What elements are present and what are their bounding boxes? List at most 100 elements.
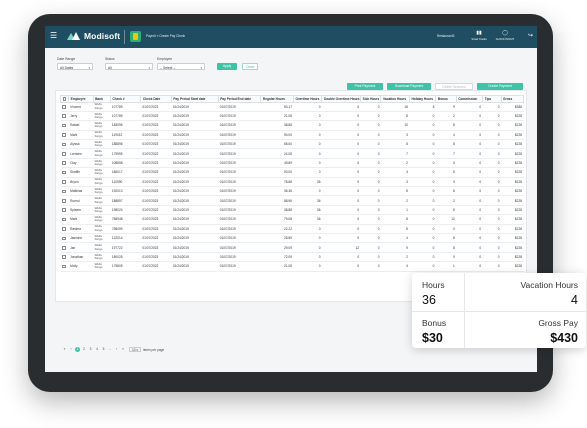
row-select-cell[interactable] — [60, 224, 69, 234]
cell-vacation: 8 — [380, 139, 410, 150]
row-select-cell[interactable] — [60, 195, 69, 206]
row-checkbox[interactable] — [62, 152, 66, 156]
pagination: « ‹ 12345 ... › » 10 ▾ items per page — [62, 347, 164, 352]
create-payment-button[interactable]: Create Payment — [477, 83, 523, 90]
cell-employee: Mark — [68, 130, 94, 141]
table-row[interactable]: Alyssa Wells Fargo 188896 01/07/2023 01/24/2… — [60, 139, 524, 150]
table-row[interactable]: Jan Wells Fargo 197722 01/07/2023 01/24/2019… — [60, 242, 524, 253]
cell-employee: Vincent — [68, 102, 94, 112]
table-row[interactable]: Mark Wells Fargo 758948 01/07/2023 01/24/201… — [60, 214, 524, 225]
row-checkbox[interactable] — [62, 255, 66, 259]
row-checkbox[interactable] — [62, 142, 66, 147]
logout-icon[interactable]: ↪ — [528, 32, 533, 39]
table-row[interactable]: Rasima Wells Fargo 798099 01/07/2023 01/24/2… — [60, 224, 524, 234]
page-number-button[interactable]: 2 — [82, 347, 87, 352]
page-number-button[interactable]: 1 — [75, 347, 80, 352]
first-page-button[interactable]: « — [62, 347, 67, 352]
row-checkbox[interactable] — [62, 114, 66, 119]
row-select-cell[interactable] — [60, 252, 69, 263]
row-select-cell[interactable] — [60, 102, 69, 112]
nav-smart-tracks[interactable]: ▮▮ Smart Tracks — [465, 30, 493, 41]
cell-double-ot: 0 — [321, 214, 361, 225]
download-payment-button[interactable]: Download Payment — [387, 83, 431, 90]
row-checkbox[interactable] — [62, 180, 66, 184]
row-select-cell[interactable] — [60, 205, 69, 216]
last-page-button[interactable]: » — [121, 347, 126, 352]
table-row[interactable]: Clay Wells Fargo 108898 01/07/2023 01/24/201… — [60, 158, 524, 169]
delete-selected-button[interactable]: Delete Selected — [435, 83, 473, 90]
cell-bank: Wells Fargo — [93, 177, 111, 188]
row-select-cell[interactable] — [60, 261, 69, 272]
row-checkbox[interactable] — [62, 217, 66, 222]
clear-button[interactable]: Clear — [242, 63, 258, 70]
nav-clock-in-out[interactable]: ◯ CLOCK IN/OUT — [491, 30, 519, 41]
table-row[interactable]: Lorraine Wells Fargo 179995 01/07/2023 01/24… — [60, 148, 524, 159]
cell-regular: 21.08 — [260, 261, 294, 272]
row-select-cell[interactable] — [60, 167, 69, 178]
page-number-button[interactable]: 5 — [101, 347, 106, 352]
row-select-cell[interactable] — [60, 148, 69, 159]
table-row[interactable]: Spleem Wells Fargo 198024 01/07/2023 01/24/2… — [60, 205, 524, 216]
table-row[interactable]: Molly Wells Fargo 179805 01/07/2023 01/24/20… — [60, 261, 524, 272]
cell-gross: $228 — [501, 167, 524, 178]
page-number-button[interactable]: 3 — [88, 347, 93, 352]
cell-gross: $228 — [501, 139, 524, 150]
row-select-cell[interactable] — [60, 233, 69, 244]
row-select-cell[interactable] — [60, 214, 69, 225]
row-select-cell[interactable] — [60, 139, 69, 150]
cell-tips: 0 — [482, 195, 502, 206]
row-checkbox[interactable] — [62, 189, 66, 194]
page-size-select[interactable]: 10 ▾ — [129, 347, 142, 352]
row-checkbox[interactable] — [62, 123, 66, 128]
row-checkbox[interactable] — [62, 198, 66, 203]
table-row[interactable]: Mark Wells Fargo 119012 01/07/2023 01/24/201… — [60, 130, 524, 141]
row-select-cell[interactable] — [60, 186, 69, 197]
menu-icon[interactable]: ☰ — [50, 31, 57, 41]
cell-sick: 0 — [360, 139, 381, 150]
page-number-button[interactable]: 4 — [95, 347, 100, 352]
date-range-select[interactable]: All Dates ▾ — [57, 63, 93, 70]
row-checkbox[interactable] — [62, 264, 66, 269]
print-payment-button[interactable]: Print Payment — [347, 83, 383, 90]
row-select-cell[interactable] — [60, 130, 69, 141]
table-row[interactable]: Shaffie Wells Fargo 186017 01/07/2023 01/24/… — [60, 167, 524, 178]
row-checkbox[interactable] — [62, 245, 66, 250]
cell-tips: 0 — [482, 261, 502, 272]
brand-logo[interactable]: Modisoft — [67, 31, 120, 41]
row-checkbox[interactable] — [62, 227, 66, 231]
table-row[interactable]: Matthias Wells Fargo 192013 01/07/2023 01/24… — [60, 186, 524, 197]
row-checkbox[interactable] — [62, 161, 66, 165]
table-row[interactable]: Bryon Wells Fargo 110990 01/07/2023 01/24/20… — [60, 177, 524, 188]
row-select-cell[interactable] — [60, 111, 69, 122]
row-select-cell[interactable] — [60, 120, 69, 131]
row-select-cell[interactable] — [60, 177, 69, 188]
table-row[interactable]: Ruend Wells Fargo 188897 01/07/2023 01/24/20… — [60, 195, 524, 206]
row-checkbox[interactable] — [62, 133, 66, 137]
row-checkbox[interactable] — [62, 105, 66, 109]
table-row[interactable]: Jasmine Wells Fargo 122014 01/07/2023 01/24/… — [60, 233, 524, 244]
table-row[interactable]: Vincent Wells Fargo 107789 01/07/2023 01/24/… — [60, 102, 524, 112]
prev-page-button[interactable]: ‹ — [69, 347, 74, 352]
table-row[interactable]: Rafael Wells Fargo 148095 01/07/2023 01/24/2… — [60, 120, 524, 131]
gross-pay-value: $430 — [550, 331, 578, 345]
row-select-cell[interactable] — [60, 242, 69, 253]
cell-bank: Wells Fargo — [93, 205, 111, 216]
cell-double-ot: 0 — [321, 148, 361, 159]
row-select-cell[interactable] — [60, 158, 69, 169]
apply-button[interactable]: Apply — [217, 63, 237, 70]
row-checkbox[interactable] — [62, 208, 66, 212]
row-checkbox[interactable] — [62, 236, 66, 241]
cell-double-ot: 0 — [321, 102, 361, 112]
cell-bonus: 2 — [435, 195, 457, 206]
row-checkbox[interactable] — [62, 170, 66, 175]
payroll-module-icon[interactable] — [130, 31, 141, 42]
table-row[interactable]: Jonathan Wells Fargo 180025 01/07/2023 01/24… — [60, 252, 524, 263]
status-select[interactable]: All ▾ — [105, 63, 153, 70]
employee-select[interactable]: -- Select -- ▾ — [157, 63, 205, 70]
cell-double-ot: 0 — [321, 261, 361, 272]
cell-bonus: 3 — [435, 177, 457, 188]
next-page-button[interactable]: › — [114, 347, 119, 352]
company-selector[interactable]: Restaurant3 — [437, 34, 454, 38]
select-all-checkbox[interactable] — [62, 97, 67, 101]
table-row[interactable]: Jerry Wells Fargo 107789 01/07/2023 01/24/20… — [60, 111, 524, 122]
